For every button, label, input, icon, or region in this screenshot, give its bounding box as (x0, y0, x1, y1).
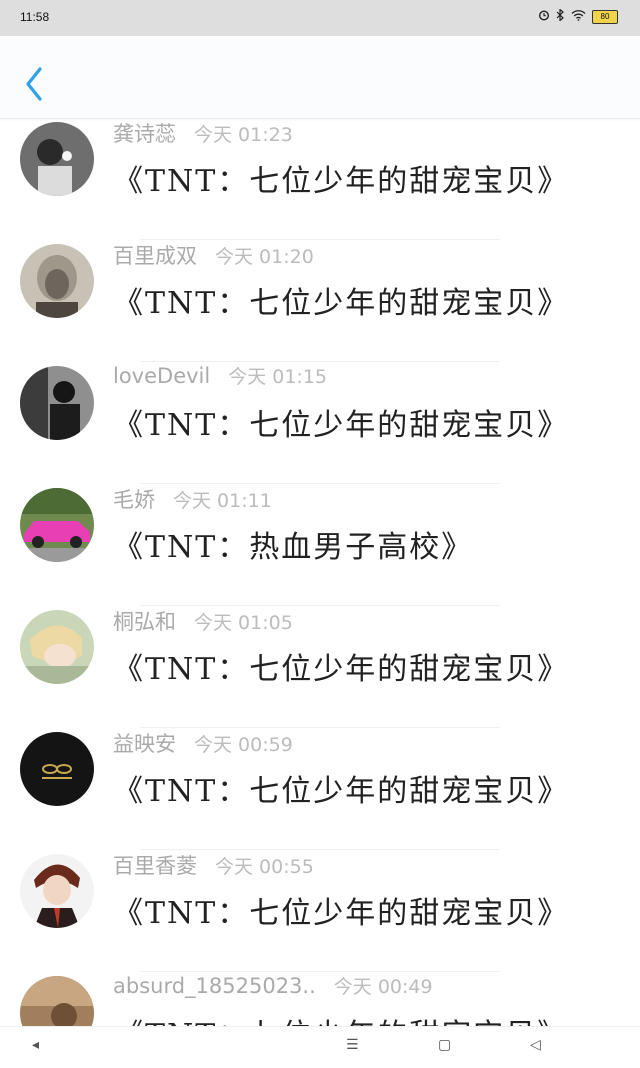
comment-item[interactable]: 百里成双 今天 01:20 《TNT：七位少年的甜宠宝贝》 (0, 240, 640, 362)
comment-text[interactable]: 《TNT：七位少年的甜宠宝贝》 (113, 888, 569, 932)
comment-meta: 毛娇 今天 01:11 (113, 484, 272, 514)
comment-meta: loveDevil 今天 01:15 (113, 362, 327, 389)
avatar[interactable] (20, 854, 94, 928)
avatar[interactable] (20, 976, 94, 1026)
navigation-bar: ◂ ☰ ▢ ◁ (0, 1026, 640, 1068)
username[interactable]: 百里成双 (113, 244, 197, 268)
comment-meta: 益映安 今天 00:59 (113, 728, 293, 758)
username[interactable]: 桐弘和 (113, 610, 176, 634)
chevron-left-icon (26, 67, 42, 101)
comment-list[interactable]: 龚诗蕊 今天 01:23 《TNT：七位少年的甜宠宝贝》 百里成双 今天 01:20… (0, 118, 640, 1026)
menu-icon[interactable]: ☰ (346, 1037, 359, 1053)
username[interactable]: 百里香菱 (113, 854, 197, 878)
comment-text[interactable]: 《TNT：七位少年的甜宠宝贝》 (113, 766, 569, 810)
comment-text[interactable]: 《TNT：七位少年的甜宠宝贝》 (113, 400, 569, 444)
timestamp: 今天 00:49 (333, 976, 433, 998)
alarm-icon (538, 9, 550, 24)
comment-text[interactable]: 《TNT：七位少年的甜宠宝贝》 (113, 644, 569, 688)
comment-meta: absurd_18525023.. 今天 00:49 (113, 972, 433, 999)
timestamp: 今天 01:15 (228, 366, 328, 388)
comment-item[interactable]: 益映安 今天 00:59 《TNT：七位少年的甜宠宝贝》 (0, 728, 640, 850)
avatar[interactable] (20, 488, 94, 562)
comment-meta: 百里成双 今天 01:20 (113, 240, 314, 270)
timestamp: 今天 00:55 (215, 856, 314, 878)
bluetooth-icon (556, 8, 565, 24)
timestamp: 今天 01:20 (215, 246, 314, 268)
username[interactable]: loveDevil (113, 364, 210, 388)
comment-item[interactable]: loveDevil 今天 01:15 《TNT：七位少年的甜宠宝贝》 (0, 362, 640, 484)
top-bar (0, 36, 640, 119)
comment-text[interactable]: 《TNT：七位少年的甜宠宝贝》 (113, 1010, 569, 1026)
avatar[interactable] (20, 366, 94, 440)
comment-meta: 桐弘和 今天 01:05 (113, 606, 293, 636)
comment-item[interactable]: 毛娇 今天 01:11 《TNT：热血男子高校》 (0, 484, 640, 606)
timestamp: 今天 01:05 (194, 612, 293, 634)
comment-meta: 百里香菱 今天 00:55 (113, 850, 314, 880)
wifi-icon (571, 9, 586, 24)
avatar[interactable] (20, 244, 94, 318)
comment-item[interactable]: 百里香菱 今天 00:55 《TNT：七位少年的甜宠宝贝》 (0, 850, 640, 972)
username[interactable]: absurd_18525023.. (113, 974, 316, 998)
nav-back-icon[interactable]: ◂ (32, 1037, 39, 1053)
avatar[interactable] (20, 122, 94, 196)
username[interactable]: 龚诗蕊 (113, 122, 176, 146)
battery-icon: 80 (592, 9, 618, 24)
avatar[interactable] (20, 610, 94, 684)
timestamp: 今天 01:23 (194, 124, 293, 146)
back-button[interactable] (20, 64, 50, 104)
status-bar: 11:58 80 (0, 0, 640, 36)
timestamp: 今天 01:11 (173, 490, 272, 512)
recents-icon[interactable]: ◁ (530, 1037, 541, 1053)
status-icons: 80 (538, 8, 618, 24)
comment-text[interactable]: 《TNT：七位少年的甜宠宝贝》 (113, 278, 569, 322)
username[interactable]: 毛娇 (113, 488, 155, 512)
comment-text[interactable]: 《TNT：七位少年的甜宠宝贝》 (113, 156, 569, 200)
comment-meta: 龚诗蕊 今天 01:23 (113, 118, 293, 148)
comment-item[interactable]: 桐弘和 今天 01:05 《TNT：七位少年的甜宠宝贝》 (0, 606, 640, 728)
username[interactable]: 益映安 (113, 732, 176, 756)
timestamp: 今天 00:59 (194, 734, 293, 756)
status-time: 11:58 (20, 10, 50, 24)
home-icon[interactable]: ▢ (438, 1037, 451, 1053)
comment-item[interactable]: absurd_18525023.. 今天 00:49 《TNT：七位少年的甜宠宝贝… (0, 972, 640, 1026)
comment-item[interactable]: 龚诗蕊 今天 01:23 《TNT：七位少年的甜宠宝贝》 (0, 118, 640, 240)
comment-text[interactable]: 《TNT：热血男子高校》 (113, 522, 473, 566)
avatar[interactable] (20, 732, 94, 806)
